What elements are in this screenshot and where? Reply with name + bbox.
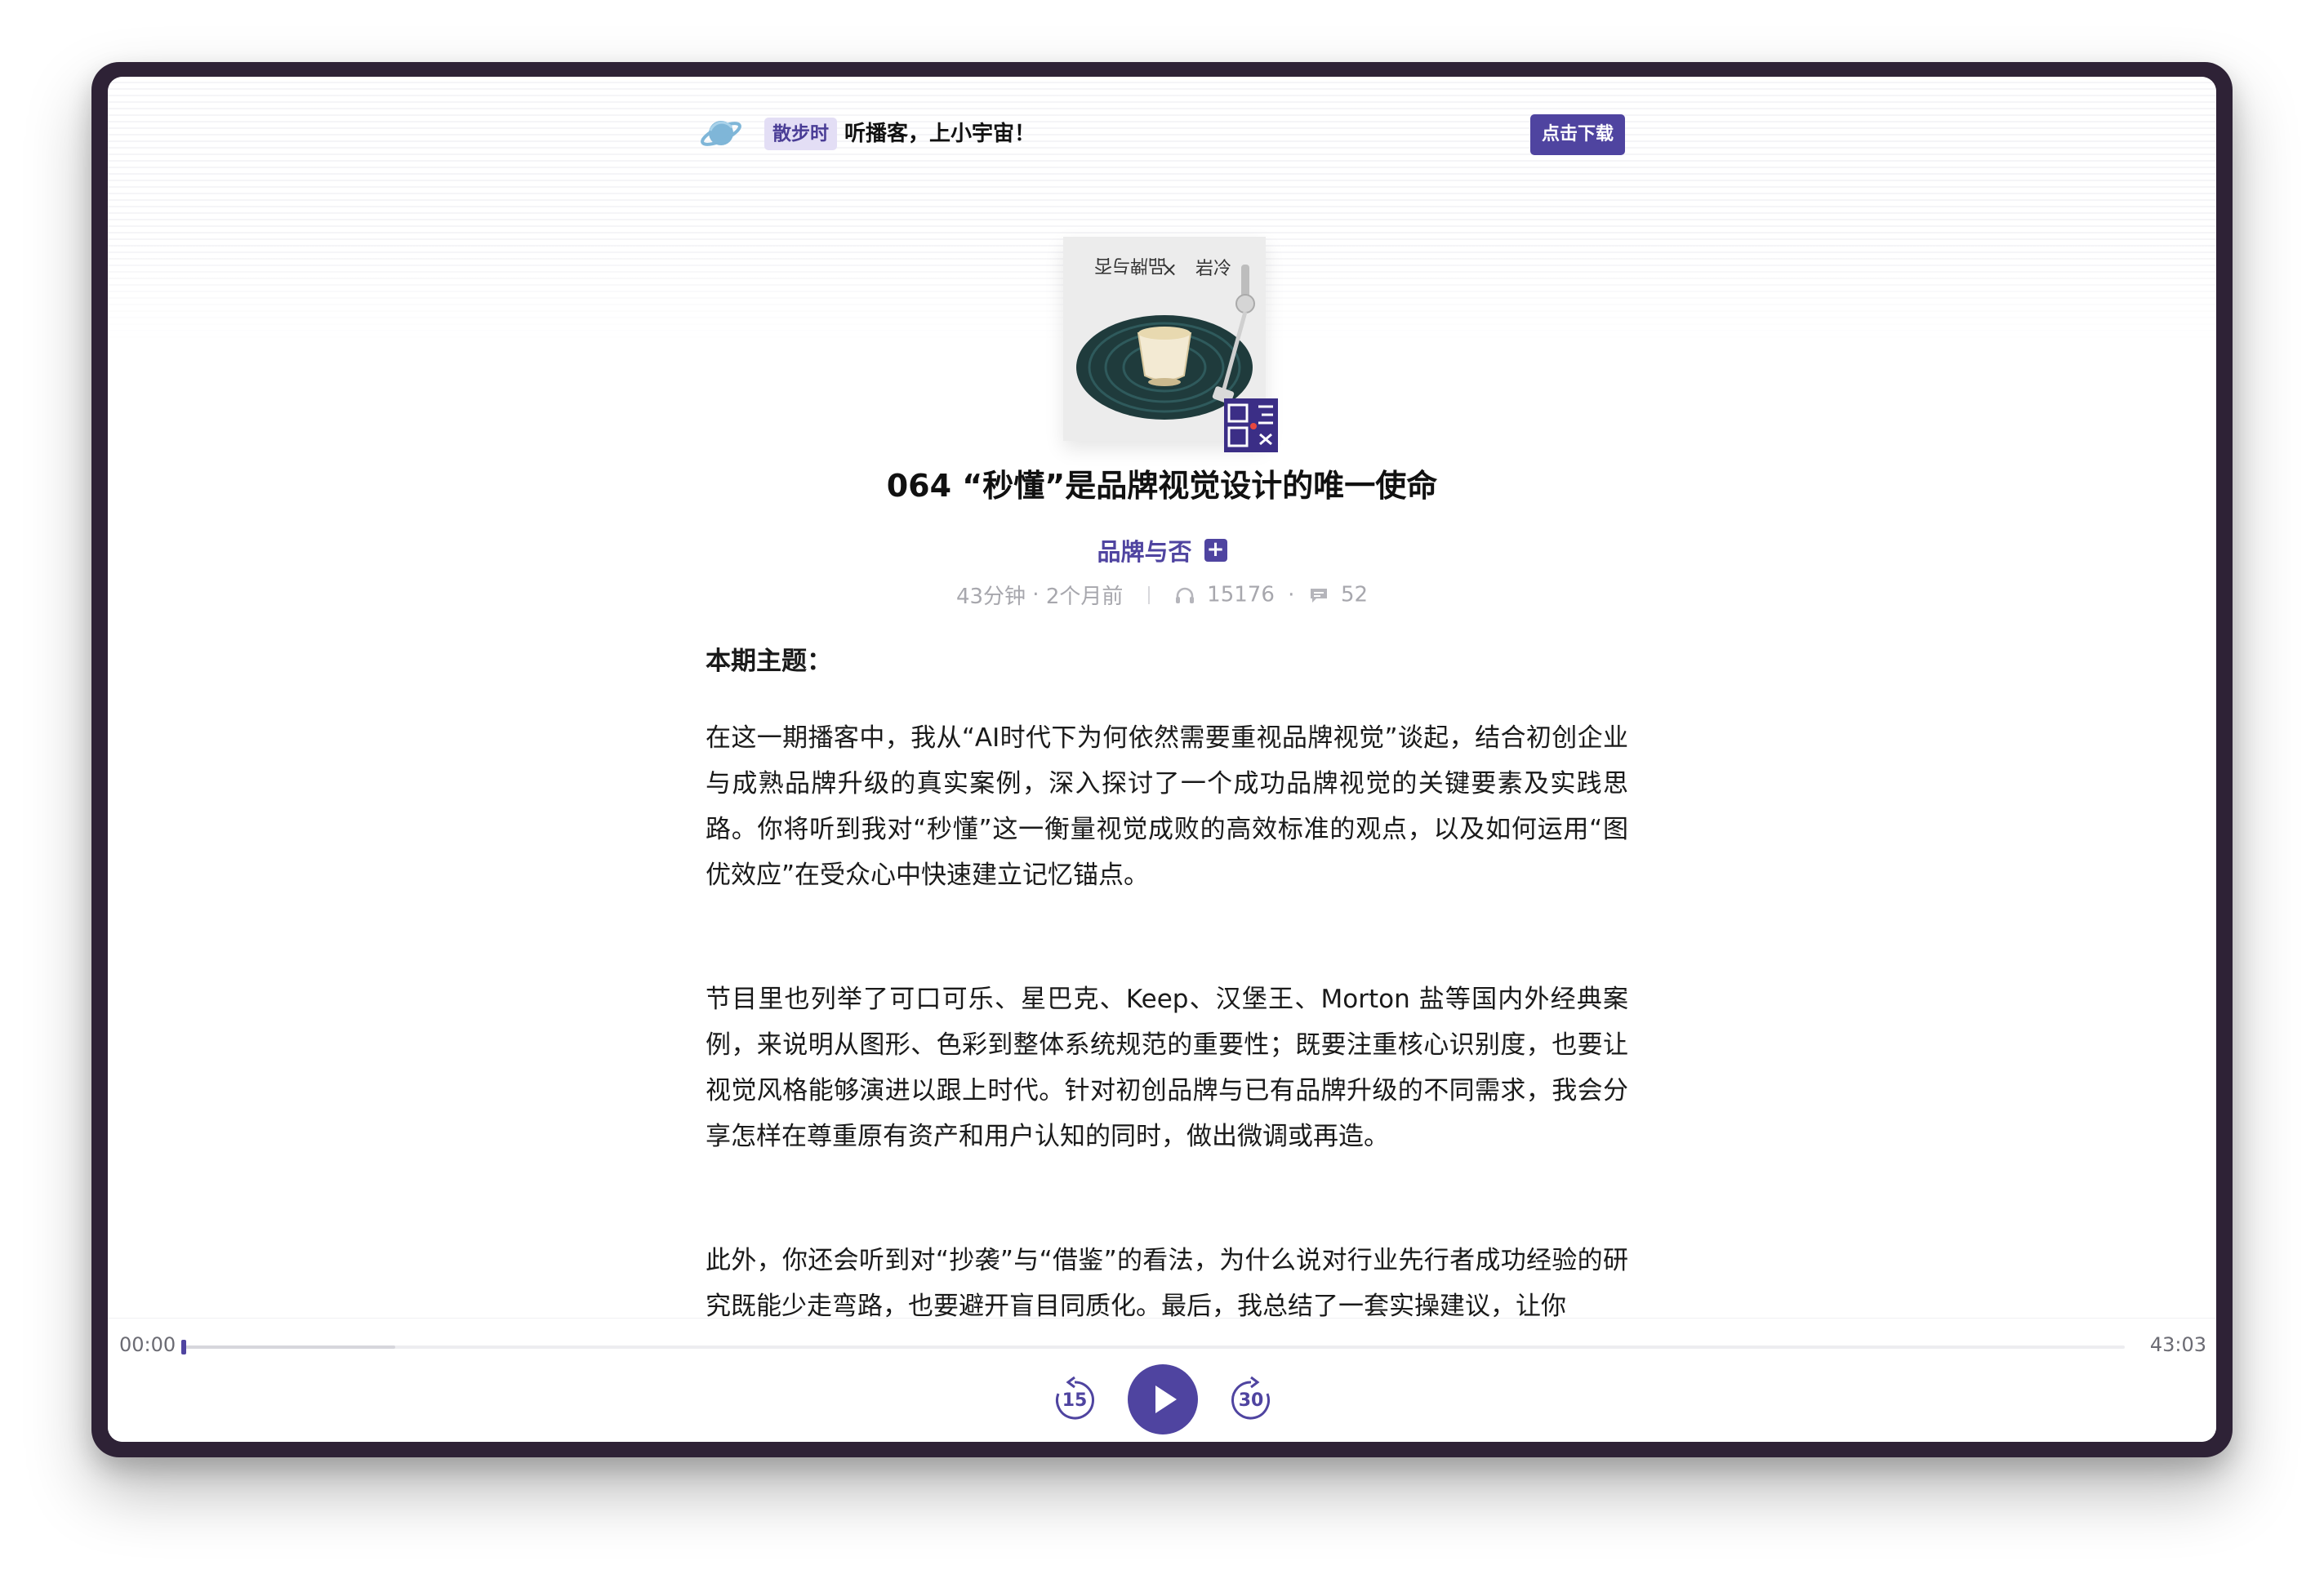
description-paragraph: 节目里也列举了可口可乐、星巴克、Keep、汉堡王、Morton 盐等国内外经典案… [706,985,1628,1151]
rewind-seconds: 15 [1062,1390,1088,1411]
description-paragraph: 在这一期播客中，我从“AI时代下为何依然需要重视品牌视觉”谈起，结合初创企业与成… [706,723,1628,890]
episode-title: 064 “秒懂”是品牌视觉设计的唯一使命 [886,468,1438,504]
progress-track[interactable] [181,1340,2125,1354]
podcast-badge-icon [1224,398,1278,452]
cover-title-right: 岩冷 [1195,259,1231,279]
meta-divider [1147,585,1150,604]
episode-description: 本期主题： 在这一期播客中，我从“AI时代下为何依然需要重视品牌视觉”谈起，结合… [706,638,1628,1380]
cover-times: × [1161,258,1178,281]
follow-plus-button[interactable]: + [1204,539,1227,562]
forward-seconds: 30 [1238,1390,1264,1411]
meta-dot-2: · [1288,582,1295,607]
episode-published: 2个月前 [1045,585,1124,609]
comment-count: 52 [1340,582,1369,607]
episode-duration: 43分钟 [955,585,1026,609]
headphones-icon [1175,587,1194,603]
cover-title-left: 品牌与否 [1094,255,1166,275]
device-frame: 散步时 听播客，上小宇宙！ 点击下载 品牌与否 × 岩冷 064 “秒懂”是品牌… [91,62,2233,1457]
forward-30-button[interactable]: 30 [1227,1376,1276,1425]
screen: 散步时 听播客，上小宇宙！ 点击下载 品牌与否 × 岩冷 064 “秒懂”是品牌… [108,77,2216,1442]
play-icon [1155,1386,1177,1413]
progress-thumb[interactable] [181,1340,186,1354]
podcast-line: 品牌与否 + [108,533,2216,566]
brand-tag: 散步时 [764,118,837,150]
meta-dot: · [1032,582,1040,607]
description-heading: 本期主题： [706,647,832,676]
podcast-name-link[interactable]: 品牌与否 [1097,533,1191,567]
buffered-bar [181,1345,395,1349]
top-bar: 散步时 听播客，上小宇宙！ 点击下载 [108,109,2216,158]
episode-meta: 43分钟 · 2个月前 15176 · 52 [108,580,2216,610]
download-button[interactable]: 点击下载 [1530,114,1625,155]
current-time: 00:00 [119,1333,176,1356]
comment-icon [1310,588,1327,603]
play-count: 15176 [1207,582,1275,607]
slogan-text: 听播客，上小宇宙！ [844,122,1036,146]
stage: 散步时 听播客，上小宇宙！ 点击下载 品牌与否 × 岩冷 064 “秒懂”是品牌… [0,0,2324,1579]
total-time: 43:03 [2149,1333,2206,1356]
rewind-15-button[interactable]: 15 [1050,1376,1099,1425]
description-paragraph: 此外，你还会听到对“抄袭”与“借鉴”的看法，为什么说对行业先行者成功经验的研究既… [706,1246,1628,1321]
audio-player: 00:00 43:03 15 30 [108,1318,2216,1442]
play-button[interactable] [1128,1364,1198,1434]
planet-logo-icon[interactable] [699,114,743,152]
